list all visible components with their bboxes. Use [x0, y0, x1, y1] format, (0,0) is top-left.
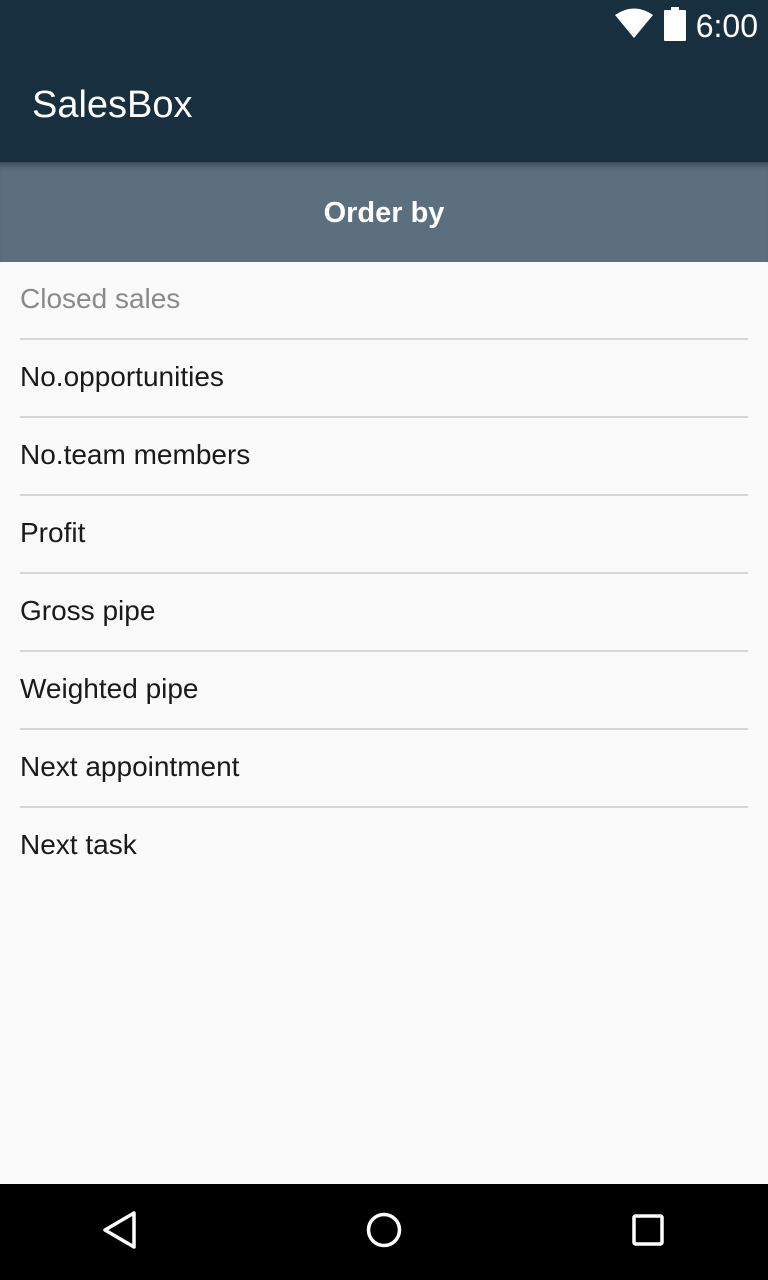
order-option-weighted-pipe[interactable]: Weighted pipe	[20, 652, 748, 730]
status-bar: 6:00	[0, 0, 768, 50]
navigation-bar	[0, 1184, 768, 1280]
order-options-list: Closed sales No.opportunities No.team me…	[0, 262, 768, 886]
status-icons: 6:00	[614, 6, 758, 46]
order-by-header: Order by	[0, 162, 768, 262]
back-button[interactable]	[96, 1208, 144, 1256]
status-time: 6:00	[695, 8, 758, 44]
order-by-title: Order by	[323, 197, 445, 229]
order-option-profit[interactable]: Profit	[20, 496, 748, 574]
wifi-icon	[614, 8, 654, 45]
order-option-next-task[interactable]: Next task	[20, 808, 748, 886]
order-option-closed-sales[interactable]: Closed sales	[20, 262, 748, 340]
app-title: SalesBox	[32, 84, 193, 126]
home-button[interactable]	[360, 1208, 408, 1256]
battery-icon	[663, 6, 686, 46]
order-option-label: Next appointment	[20, 751, 240, 782]
order-option-label: Weighted pipe	[20, 673, 199, 704]
order-option-next-appointment[interactable]: Next appointment	[20, 730, 748, 808]
screen: 6:00 SalesBox Order by Closed sales No.o…	[0, 0, 768, 1280]
order-option-label: Closed sales	[20, 283, 181, 314]
order-option-label: Next task	[20, 829, 137, 860]
order-option-label: No.opportunities	[20, 361, 224, 392]
order-option-no-opportunities[interactable]: No.opportunities	[20, 340, 748, 418]
order-option-no-team-members[interactable]: No.team members	[20, 418, 748, 496]
recents-button[interactable]	[624, 1208, 672, 1256]
app-bar: SalesBox	[0, 50, 768, 162]
order-option-label: No.team members	[20, 439, 251, 470]
back-icon	[100, 1210, 140, 1255]
order-option-label: Gross pipe	[20, 595, 156, 626]
order-option-label: Profit	[20, 517, 86, 548]
order-option-gross-pipe[interactable]: Gross pipe	[20, 574, 748, 652]
home-icon	[364, 1210, 404, 1255]
recents-icon	[628, 1210, 668, 1255]
